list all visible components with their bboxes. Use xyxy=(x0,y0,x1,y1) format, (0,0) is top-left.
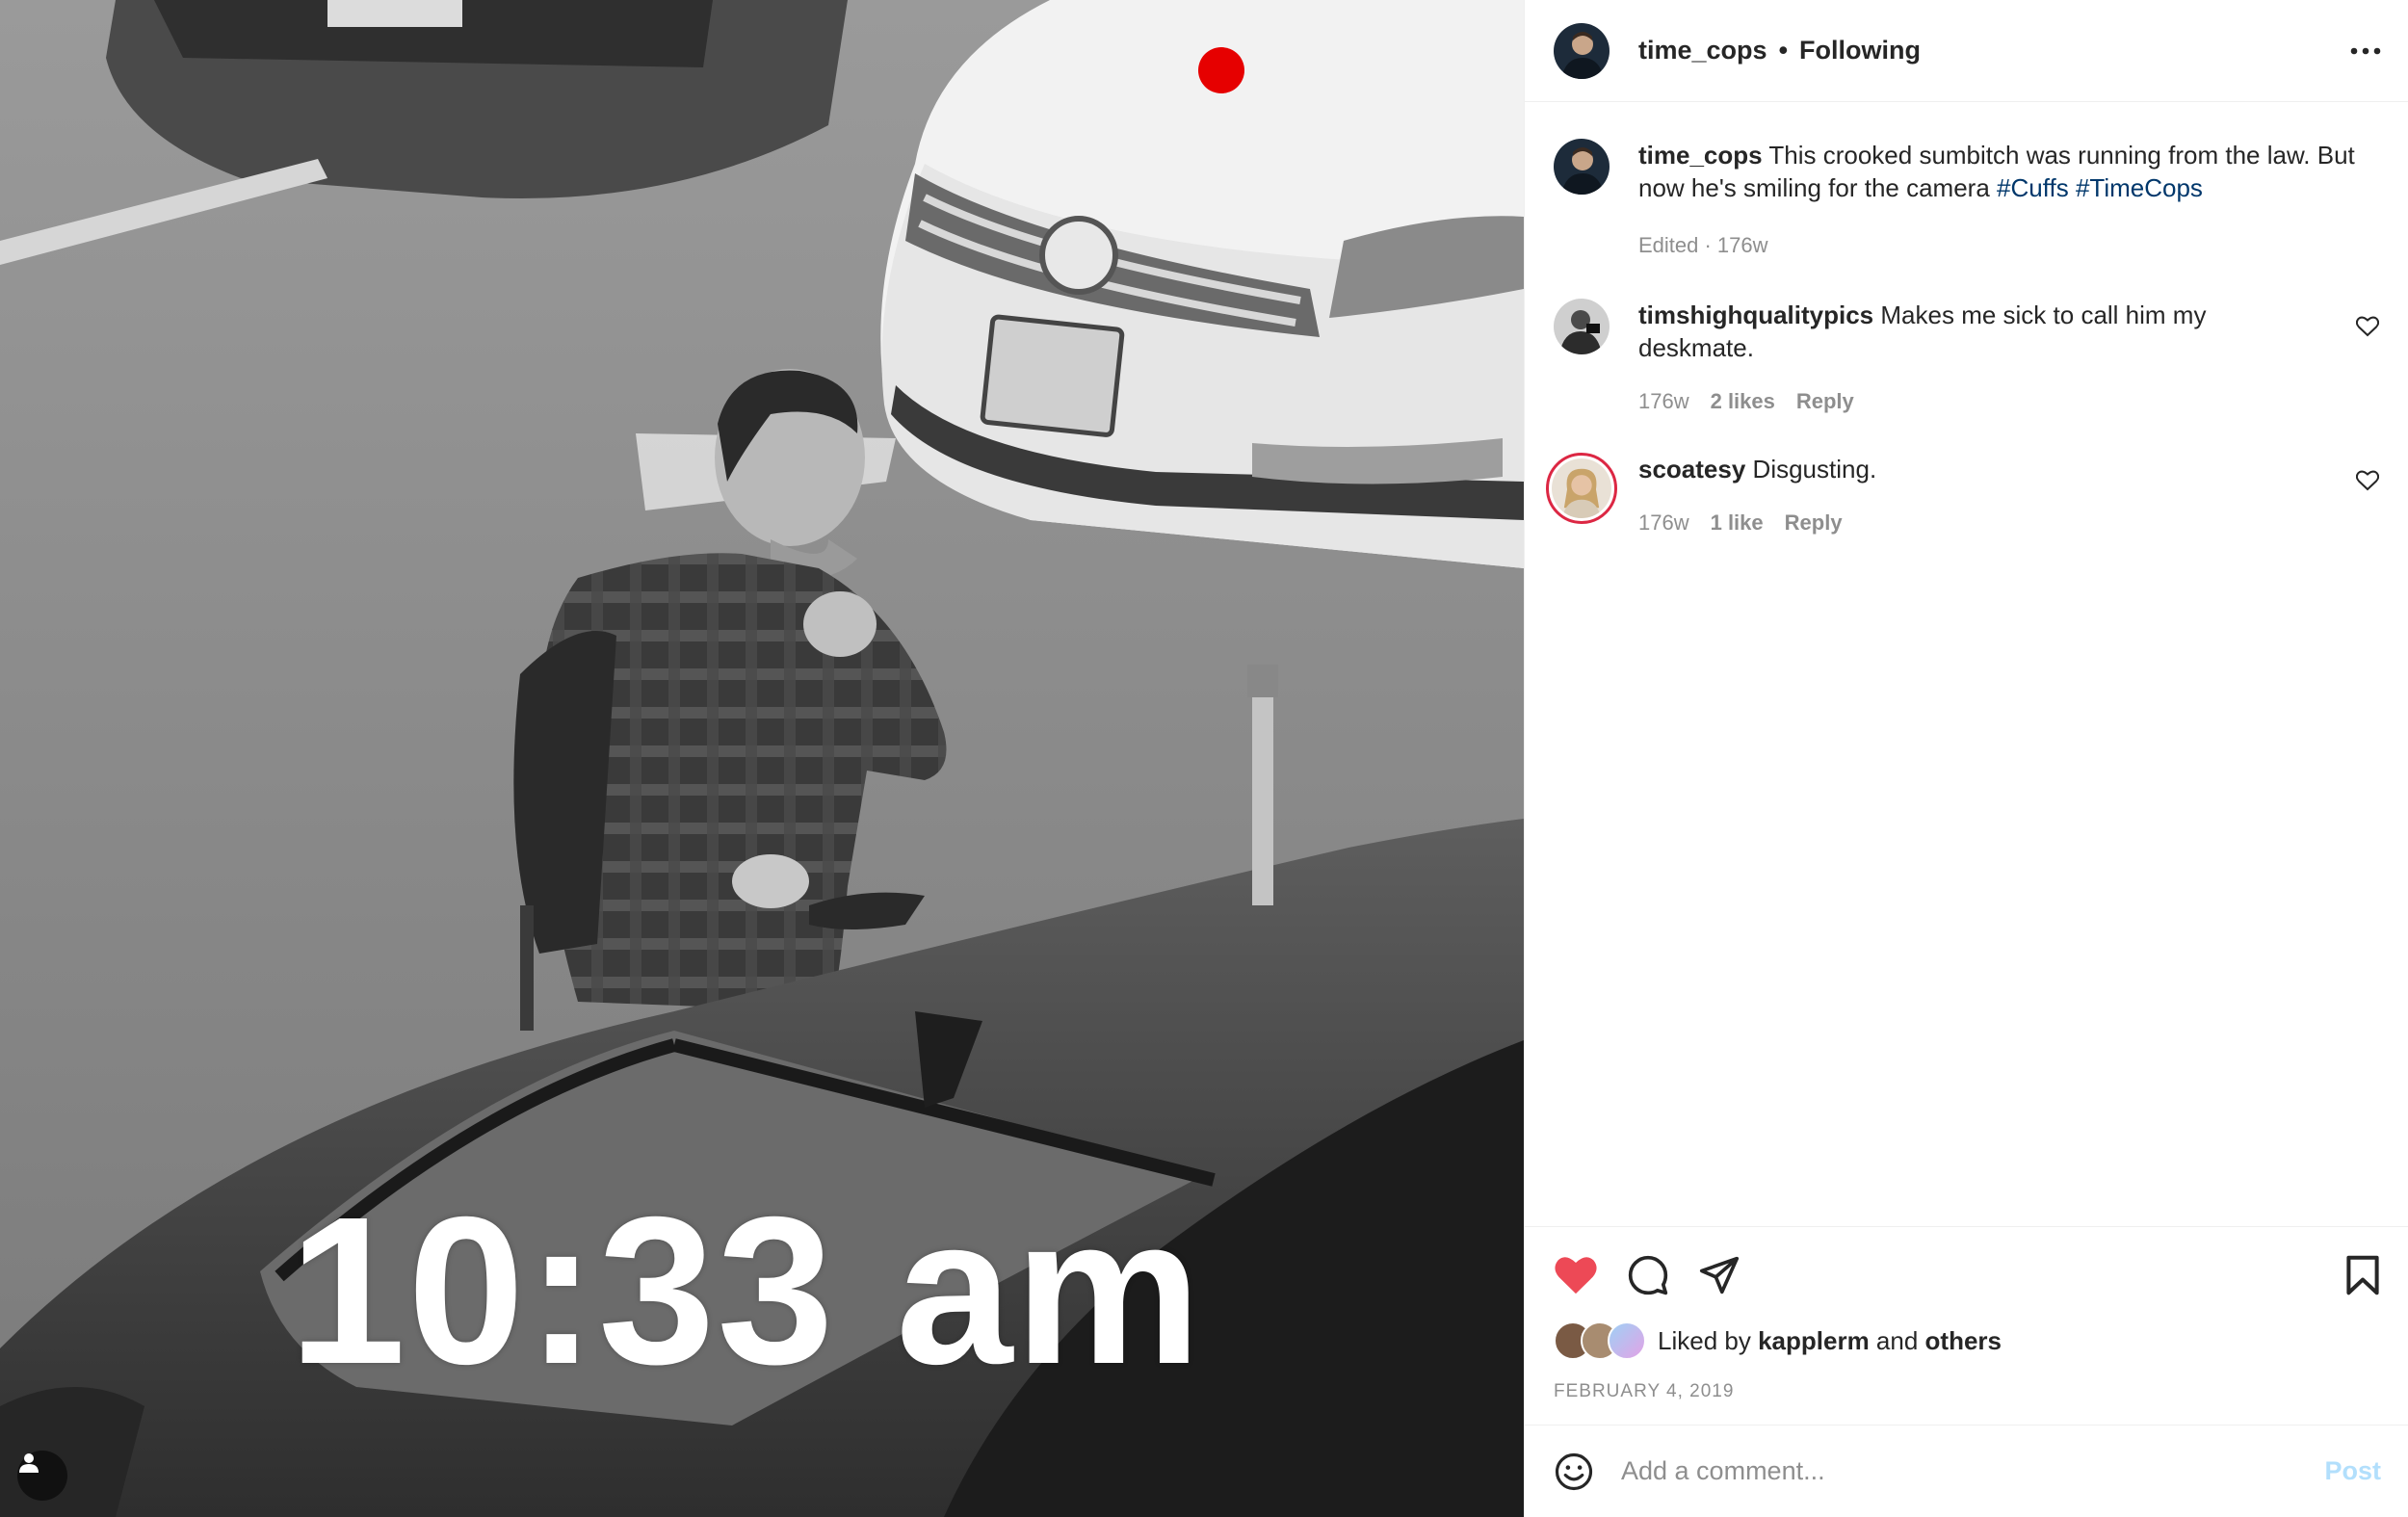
post-header: time_cops • Following xyxy=(1525,0,2408,102)
following-button[interactable]: Following xyxy=(1799,36,1921,65)
comment-item: timshighqualitypics Makes me sick to cal… xyxy=(1554,299,2380,414)
comment-input[interactable] xyxy=(1619,1455,2325,1487)
liker-avatars[interactable] xyxy=(1554,1321,1646,1360)
share-icon[interactable] xyxy=(1698,1255,1741,1295)
avatar[interactable] xyxy=(1554,22,1610,79)
comment-likes[interactable]: 1 like xyxy=(1711,510,1764,536)
hashtag-link[interactable]: #TimeCops xyxy=(2076,173,2203,202)
post-photo[interactable]: 10:33 am xyxy=(0,0,1524,1517)
comment-icon[interactable] xyxy=(1627,1254,1669,1296)
edited-label: Edited · 176w xyxy=(1638,233,1768,257)
comment-username[interactable]: timshighqualitypics xyxy=(1638,301,1873,329)
comment-age[interactable]: 176w xyxy=(1638,510,1689,536)
liked-by-and: and xyxy=(1875,1325,1919,1355)
comment-item: scoatesy Disgusting. 176w 1 like Reply xyxy=(1546,453,2380,536)
post-side-panel: time_cops • Following time_cops This cro… xyxy=(1524,0,2408,1517)
avatar[interactable] xyxy=(1546,453,1617,524)
avatar[interactable] xyxy=(1554,299,1610,354)
post-date[interactable]: FEBRUARY 4, 2019 xyxy=(1554,1381,2381,1402)
separator-dot: • xyxy=(1778,36,1789,65)
liked-by-prefix: Liked by xyxy=(1658,1325,1751,1355)
comment-likes[interactable]: 2 likes xyxy=(1711,389,1775,414)
bookmark-icon[interactable] xyxy=(2344,1255,2381,1295)
avatar[interactable] xyxy=(1554,139,1610,195)
comment-text: Disgusting. xyxy=(1752,455,1877,484)
caption: time_cops This crooked sumbitch was runn… xyxy=(1554,139,2379,258)
user-tag-icon[interactable] xyxy=(17,1451,67,1501)
hashtag-link[interactable]: #Cuffs xyxy=(1997,173,2069,202)
instagram-post: 10:33 am time_cops • Following time_cops… xyxy=(0,0,2408,1517)
emoji-icon[interactable] xyxy=(1554,1452,1594,1492)
reply-button[interactable]: Reply xyxy=(1785,510,1843,536)
comment-username[interactable]: scoatesy xyxy=(1638,455,1745,484)
caption-username[interactable]: time_cops xyxy=(1638,141,1763,170)
header-username[interactable]: time_cops xyxy=(1638,36,1767,65)
post-actions: Liked by kapplerm and others FEBRUARY 4,… xyxy=(1525,1226,2408,1425)
heart-icon[interactable] xyxy=(2355,316,2380,342)
liked-by-others[interactable]: others xyxy=(1925,1326,2002,1356)
post-button[interactable]: Post xyxy=(2324,1456,2381,1486)
reply-button[interactable]: Reply xyxy=(1796,389,1854,414)
liked-by-user[interactable]: kapplerm xyxy=(1758,1326,1870,1356)
comments-section: time_cops This crooked sumbitch was runn… xyxy=(1525,102,2408,1226)
timestamp-overlay: 10:33 am xyxy=(289,1174,1204,1408)
liked-by: Liked by kapplerm and others xyxy=(1554,1321,2381,1360)
add-comment-bar: Post xyxy=(1525,1425,2408,1517)
more-options-icon[interactable] xyxy=(2350,42,2381,60)
heart-icon[interactable] xyxy=(1554,1255,1598,1295)
comment-age[interactable]: 176w xyxy=(1638,389,1689,414)
heart-icon[interactable] xyxy=(2355,470,2380,496)
